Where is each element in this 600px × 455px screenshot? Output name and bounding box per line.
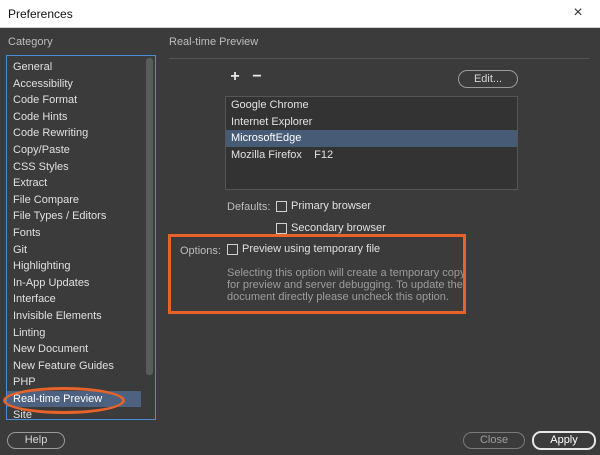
browser-item-ie[interactable]: Internet Explorer <box>226 114 517 131</box>
sidebar-item-new-document[interactable]: New Document <box>7 341 141 358</box>
sidebar-item-interface[interactable]: Interface <box>7 291 141 308</box>
sidebar-item-code-rewriting[interactable]: Code Rewriting <box>7 125 141 142</box>
sidebar-item-file-compare[interactable]: File Compare <box>7 192 141 209</box>
annotation-oval <box>3 387 125 414</box>
sidebar-item-in-app-updates[interactable]: In-App Updates <box>7 275 141 292</box>
apply-button[interactable]: Apply <box>532 431 596 450</box>
browser-item-chrome[interactable]: Google Chrome <box>226 97 517 114</box>
sidebar-item-file-types-editors[interactable]: File Types / Editors <box>7 208 141 225</box>
close-button[interactable]: Close <box>463 432 525 449</box>
sidebar-item-new-feature-guides[interactable]: New Feature Guides <box>7 358 141 375</box>
close-icon[interactable]: × <box>570 4 586 22</box>
sidebar-item-fonts[interactable]: Fonts <box>7 225 141 242</box>
sidebar-item-general[interactable]: General <box>7 59 141 76</box>
window-title: Preferences <box>8 7 73 21</box>
help-button[interactable]: Help <box>7 432 65 449</box>
sidebar-item-css-styles[interactable]: CSS Styles <box>7 159 141 176</box>
primary-browser-label: Primary browser <box>291 200 372 213</box>
sidebar-item-copy-paste[interactable]: Copy/Paste <box>7 142 141 159</box>
defaults-label: Defaults: <box>227 201 271 213</box>
secondary-browser-option[interactable]: Secondary browser <box>276 222 386 234</box>
sidebar-item-code-hints[interactable]: Code Hints <box>7 109 141 126</box>
sidebar-item-git[interactable]: Git <box>7 242 141 259</box>
sidebar-item-extract[interactable]: Extract <box>7 175 141 192</box>
primary-browser-checkbox[interactable] <box>276 200 287 212</box>
panel-divider <box>169 58 589 59</box>
sidebar-item-invisible-elements[interactable]: Invisible Elements <box>7 308 141 325</box>
remove-browser-button[interactable]: − <box>250 68 264 86</box>
secondary-browser-label: Secondary browser <box>291 222 386 235</box>
category-heading: Category <box>8 36 53 48</box>
primary-browser-option[interactable]: Primary browser <box>276 200 371 212</box>
sidebar-item-highlighting[interactable]: Highlighting <box>7 258 141 275</box>
add-browser-button[interactable]: + <box>228 68 242 86</box>
panel-title: Real-time Preview <box>169 36 259 48</box>
browser-item-firefox[interactable]: Mozilla Firefox F12 <box>226 147 517 164</box>
sidebar-item-code-format[interactable]: Code Format <box>7 92 141 109</box>
sidebar-item-accessibility[interactable]: Accessibility <box>7 76 141 93</box>
browser-list[interactable]: Google Chrome Internet Explorer Microsof… <box>225 96 518 190</box>
annotation-rectangle <box>168 234 466 314</box>
edit-button[interactable]: Edit... <box>458 70 518 88</box>
browser-item-edge[interactable]: MicrosoftEdge <box>226 130 517 147</box>
sidebar-scrollbar[interactable] <box>146 58 153 375</box>
sidebar-item-linting[interactable]: Linting <box>7 325 141 342</box>
title-bar: Preferences × <box>0 0 600 28</box>
category-list[interactable]: General Accessibility Code Format Code H… <box>6 55 156 420</box>
secondary-browser-checkbox[interactable] <box>276 222 287 234</box>
